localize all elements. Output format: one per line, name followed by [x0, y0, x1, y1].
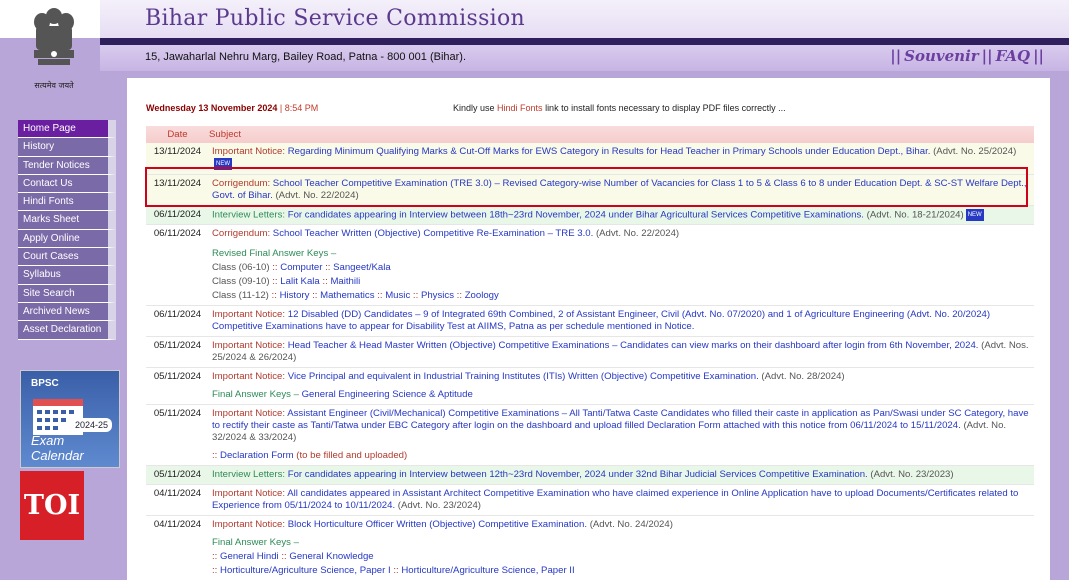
answer-key-link[interactable]: Physics — [421, 290, 454, 301]
sidebar-nav: Home Page History Tender Notices Contact… — [18, 120, 116, 340]
sidebar-item-home-page[interactable]: Home Page — [18, 120, 116, 139]
table-row: 06/11/2024 Important Notice: 12 Disabled… — [146, 305, 1034, 338]
answer-key-link[interactable]: Horticulture/Agriculture Science, Paper … — [401, 565, 574, 576]
notice-link[interactable]: Regarding Minimum Qualifying Marks & Cut… — [288, 146, 931, 157]
header-links: || Souvenir || FAQ || — [890, 47, 1044, 65]
table-row: 05/11/2024 Important Notice: Assistant E… — [146, 404, 1034, 467]
declaration-form-link[interactable]: Declaration Form — [220, 450, 294, 461]
table-row: 04/11/2024 Important Notice: Block Horti… — [146, 515, 1034, 580]
sidebar-item-hindi-fonts[interactable]: Hindi Fonts — [18, 193, 116, 212]
toi-watermark-logo: TOI — [20, 471, 84, 540]
answer-key-link[interactable]: Music — [385, 290, 410, 301]
sidebar-item-history[interactable]: History — [18, 138, 116, 157]
notice-link[interactable]: For candidates appearing in Interview be… — [288, 209, 864, 220]
calendar-year: 2024-25 — [71, 418, 113, 432]
sidebar-item-archived-news[interactable]: Archived News — [18, 302, 116, 322]
table-row: 05/11/2024 Important Notice: Head Teache… — [146, 336, 1034, 369]
souvenir-link[interactable]: Souvenir — [904, 47, 979, 65]
notice-link[interactable]: For candidates appearing in Interview be… — [288, 469, 868, 480]
exam-calendar-label: Exam Calendar — [31, 433, 84, 463]
answer-key-link[interactable]: Computer — [280, 262, 322, 273]
answer-key-link[interactable]: Mathematics — [320, 290, 374, 301]
sidebar-item-asset-declaration[interactable]: Asset Declaration — [18, 321, 116, 340]
answer-key-link[interactable]: History — [280, 290, 310, 301]
answer-key-link[interactable]: General Engineering Science & Aptitude — [302, 389, 473, 400]
highlight-box — [145, 167, 1028, 207]
address-text: 15, Jawaharlal Nehru Marg, Bailey Road, … — [145, 51, 467, 63]
table-row: 04/11/2024 Important Notice: All candida… — [146, 484, 1034, 517]
notice-link[interactable]: School Teacher Written (Objective) Compe… — [273, 228, 593, 239]
sidebar-item-site-search[interactable]: Site Search — [18, 284, 116, 303]
sidebar-item-apply-online[interactable]: Apply Online — [18, 229, 116, 249]
answer-key-link[interactable]: General Hindi — [220, 551, 279, 562]
lion-capital-icon — [34, 8, 74, 65]
notice-link[interactable]: Assistant Engineer (Civil/Mechanical) Co… — [212, 408, 1029, 431]
sidebar-item-syllabus[interactable]: Syllabus — [18, 266, 116, 285]
faq-link[interactable]: FAQ — [996, 47, 1030, 65]
emblem-motto: सत्यमेव जयते — [34, 81, 74, 90]
sidebar-item-contact-us[interactable]: Contact Us — [18, 174, 116, 194]
answer-key-link[interactable]: General Knowledge — [289, 551, 373, 562]
answer-key-link[interactable]: Maithili — [330, 276, 360, 287]
subject-header: Subject — [209, 126, 1034, 143]
notice-link[interactable]: All candidates appeared in Assistant Arc… — [212, 488, 1018, 511]
site-title: Bihar Public Service Commission — [145, 6, 526, 31]
notice-link[interactable]: Head Teacher & Head Master Written (Obje… — [288, 340, 979, 351]
exam-calendar-banner[interactable]: BPSC 2024-25 Exam Calendar — [20, 370, 120, 468]
font-hint: Kindly use Hindi Fonts link to install f… — [453, 103, 786, 113]
answer-key-link[interactable]: Zoology — [465, 290, 499, 301]
notice-link[interactable]: Block Horticulture Officer Written (Obje… — [288, 519, 587, 530]
header-divider — [100, 38, 1069, 45]
current-date: Wednesday 13 November 2024 | 8:54 PM — [146, 103, 319, 113]
table-row: 06/11/2024 Interview Letters: For candid… — [146, 205, 1034, 226]
table-row: 05/11/2024 Important Notice: Vice Princi… — [146, 367, 1034, 406]
table-row: 06/11/2024 Corrigendum: School Teacher W… — [146, 224, 1034, 307]
sidebar-item-marks-sheet[interactable]: Marks Sheet — [18, 211, 116, 230]
sidebar-item-court-cases[interactable]: Court Cases — [18, 248, 116, 267]
sidebar-item-tender-notices[interactable]: Tender Notices — [18, 156, 116, 175]
national-emblem-icon: सत्यमेव जयते — [18, 4, 90, 96]
date-header: Date — [146, 126, 209, 143]
answer-key-link[interactable]: Sangeet/Kala — [333, 262, 391, 273]
answer-key-link[interactable]: Lalit Kala — [280, 276, 319, 287]
notice-link[interactable]: Vice Principal and equivalent in Industr… — [288, 371, 759, 382]
table-row: 05/11/2024 Interview Letters: For candid… — [146, 465, 1034, 486]
hindi-fonts-link[interactable]: Hindi Fonts — [497, 103, 543, 113]
new-badge-icon: NEW — [965, 208, 984, 221]
table-header: Date Subject — [146, 126, 1034, 143]
answer-key-link[interactable]: Horticulture/Agriculture Science, Paper … — [220, 565, 391, 576]
bpsc-label: BPSC — [31, 378, 59, 389]
notice-link[interactable]: 12 Disabled (DD) Candidates – 9 of Integ… — [212, 309, 990, 332]
